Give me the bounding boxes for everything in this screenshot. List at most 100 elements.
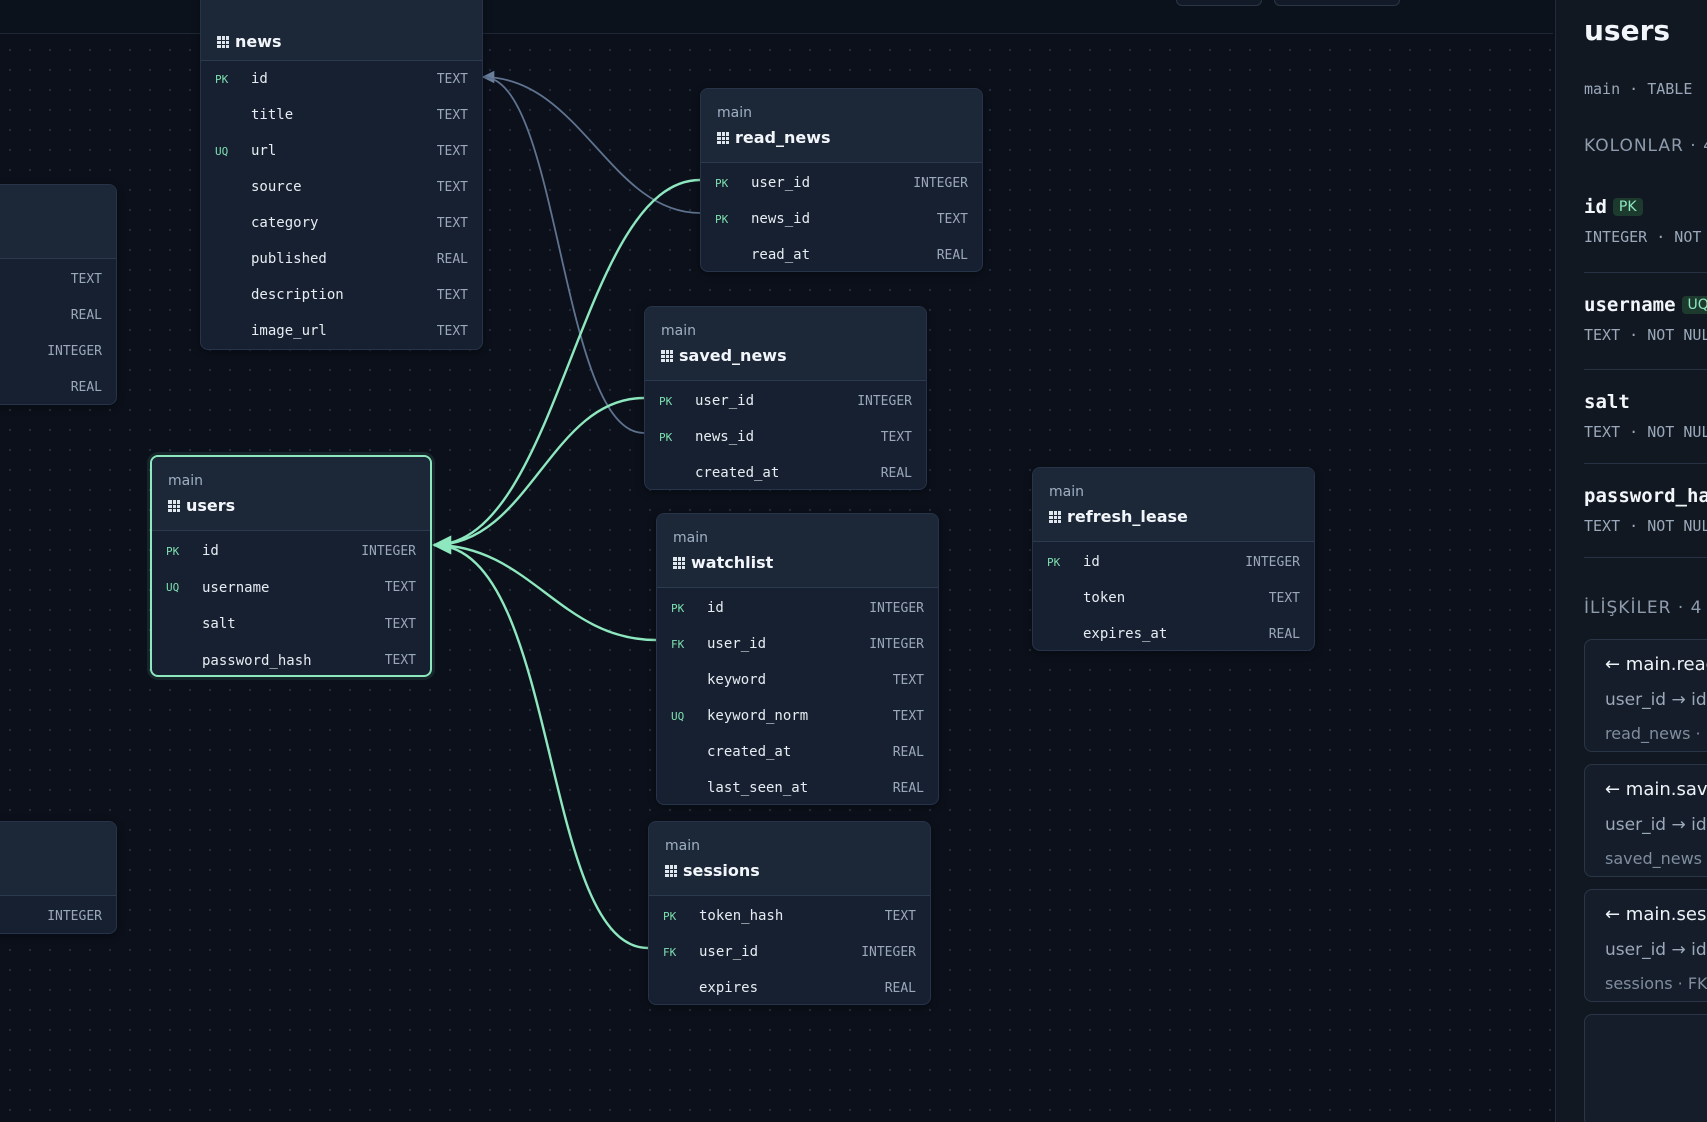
table-icon bbox=[1049, 510, 1061, 523]
table-column-row[interactable]: published REAL bbox=[201, 241, 482, 277]
table-column-row[interactable]: expires_at REAL bbox=[1033, 616, 1314, 650]
table-column-row[interactable]: PK id INTEGER bbox=[657, 590, 938, 626]
table-column-row[interactable]: REAL bbox=[0, 369, 116, 404]
column-type: TEXT bbox=[70, 271, 102, 287]
table-column-row[interactable]: PK user_id INTEGER bbox=[645, 383, 926, 419]
column-key-badge: FK bbox=[663, 945, 677, 959]
table-header: main saved_news bbox=[645, 307, 926, 381]
column-type: REAL bbox=[70, 379, 102, 395]
table-column-row[interactable]: expires REAL bbox=[649, 970, 930, 1004]
column-name: expires bbox=[699, 980, 759, 996]
column-name: created_at bbox=[707, 744, 792, 760]
table-column-row[interactable]: source TEXT bbox=[201, 169, 482, 205]
table-card-partial[interactable]: TEXT REAL INTEGER REAL bbox=[0, 184, 117, 405]
table-column-row[interactable]: created_at REAL bbox=[657, 734, 938, 770]
table-column-row[interactable]: title TEXT bbox=[201, 97, 482, 133]
column-type: INTEGER bbox=[47, 908, 102, 924]
table-column-row[interactable]: FK user_id INTEGER bbox=[649, 934, 930, 970]
table-column-row[interactable]: FK user_id INTEGER bbox=[657, 626, 938, 662]
column-key-badge: UQ bbox=[671, 709, 685, 723]
table-column-row[interactable]: UQ username TEXT bbox=[152, 570, 430, 607]
column-name: expires_at bbox=[1083, 626, 1168, 642]
table-schema: main bbox=[665, 838, 700, 854]
column-name: id bbox=[202, 543, 219, 560]
panel-column-id[interactable]: idPK INTEGER · NOT NULL bbox=[1584, 196, 1707, 246]
relation-card[interactable] bbox=[1584, 1014, 1707, 1122]
table-card-partial[interactable]: INTEGER bbox=[0, 821, 117, 934]
edge-watchlist-to-users bbox=[433, 543, 657, 642]
relation-meta: read_news · FK bbox=[1605, 724, 1707, 743]
column-type: TEXT bbox=[436, 323, 468, 339]
table-card-news[interactable]: news PK id TEXT title TEXT UQ url TEXT source TEX… bbox=[200, 0, 483, 350]
table-column-row[interactable]: image_url TEXT bbox=[201, 313, 482, 349]
table-column-row[interactable]: PK id INTEGER bbox=[1033, 544, 1314, 580]
panel-column-username[interactable]: username UQ TEXT · NOT NULL bbox=[1584, 294, 1707, 344]
column-name: title bbox=[251, 107, 294, 123]
table-column-row[interactable]: salt TEXT bbox=[152, 606, 430, 643]
table-name: read_news bbox=[717, 128, 966, 147]
table-card-read-news[interactable]: main read_news PK user_id INTEGER PK news_id… bbox=[700, 88, 983, 272]
table-card-refresh-lease[interactable]: main refresh_lease PK id INTEGER token TEXT e… bbox=[1032, 467, 1315, 651]
panel-column-password-hash[interactable]: password_hash TEXT · NOT NULL bbox=[1584, 485, 1707, 535]
details-panel: users main · TABLE KOLONLAR · 4 id PK INT… bbox=[1555, 0, 1707, 1122]
divider bbox=[1584, 369, 1707, 370]
column-type: TEXT bbox=[436, 71, 468, 87]
table-card-saved-news[interactable]: main saved_news PK user_id INTEGER PK news_i… bbox=[644, 306, 927, 490]
schema-canvas[interactable]: TEXT REAL INTEGER REAL INTEGER news PK id… bbox=[0, 0, 1553, 1122]
table-column-row[interactable]: PK user_id INTEGER bbox=[701, 165, 982, 201]
column-type: TEXT bbox=[436, 179, 468, 195]
divider bbox=[1584, 463, 1707, 464]
table-column-row[interactable]: keyword TEXT bbox=[657, 662, 938, 698]
pk-badge: PK bbox=[1612, 198, 1643, 216]
table-header: main read_news bbox=[701, 89, 982, 163]
table-card-watchlist[interactable]: main watchlist PK id INTEGER FK user_id INTEG… bbox=[656, 513, 939, 805]
table-column-row[interactable]: TEXT bbox=[0, 261, 116, 297]
table-column-row[interactable]: read_at REAL bbox=[701, 237, 982, 271]
table-column-row[interactable]: last_seen_at REAL bbox=[657, 770, 938, 804]
table-column-row[interactable]: category TEXT bbox=[201, 205, 482, 241]
column-name: id PK bbox=[1584, 196, 1707, 218]
panel-column-salt[interactable]: salt TEXT · NOT NULL bbox=[1584, 391, 1707, 441]
column-key-badge: PK bbox=[663, 909, 677, 923]
relation-card[interactable]: ← main.sessions user_id → id sessions · … bbox=[1584, 889, 1707, 1002]
table-column-row[interactable]: description TEXT bbox=[201, 277, 482, 313]
table-column-row[interactable]: PK id TEXT bbox=[201, 61, 482, 97]
table-column-row[interactable]: INTEGER bbox=[0, 898, 116, 933]
column-name: id bbox=[251, 71, 268, 87]
column-name: created_at bbox=[695, 465, 780, 481]
relation-card[interactable]: ← main.read_news user_id → id read_news … bbox=[1584, 639, 1707, 752]
table-column-row[interactable]: UQ url TEXT bbox=[201, 133, 482, 169]
column-name: password_hash bbox=[1584, 485, 1707, 507]
column-type: TEXT bbox=[436, 107, 468, 123]
table-card-sessions[interactable]: main sessions PK token_hash TEXT FK user_id I… bbox=[648, 821, 931, 1005]
table-column-row[interactable]: UQ keyword_norm TEXT bbox=[657, 698, 938, 734]
relation-title: ← main.saved_news bbox=[1605, 779, 1707, 800]
column-name: user_id bbox=[695, 393, 755, 409]
panel-title: users bbox=[1584, 14, 1671, 47]
column-meta: TEXT · NOT NULL bbox=[1584, 326, 1707, 344]
column-type: REAL bbox=[884, 980, 916, 996]
edge-saved-news-to-users bbox=[433, 396, 645, 547]
table-schema: main bbox=[168, 473, 203, 489]
table-column-row[interactable]: token TEXT bbox=[1033, 580, 1314, 616]
relation-mapping: user_id → id bbox=[1605, 690, 1707, 710]
column-meta: TEXT · NOT NULL bbox=[1584, 423, 1707, 441]
table-card-users[interactable]: main users PK id INTEGER UQ username TEXT salt… bbox=[150, 455, 432, 677]
table-schema: main bbox=[661, 323, 696, 339]
relation-title: ← main.sessions bbox=[1605, 904, 1707, 925]
table-column-row[interactable]: PK id INTEGER bbox=[152, 533, 430, 570]
divider bbox=[1584, 557, 1707, 558]
table-column-row[interactable]: PK news_id TEXT bbox=[645, 419, 926, 455]
column-type: REAL bbox=[1268, 626, 1300, 642]
table-column-row[interactable]: created_at REAL bbox=[645, 455, 926, 489]
column-name: token_hash bbox=[699, 908, 784, 924]
table-column-row[interactable]: INTEGER bbox=[0, 333, 116, 369]
column-type: INTEGER bbox=[47, 343, 102, 359]
table-column-row[interactable]: REAL bbox=[0, 297, 116, 333]
table-column-row[interactable]: PK token_hash TEXT bbox=[649, 898, 930, 934]
table-column-row[interactable]: password_hash TEXT bbox=[152, 643, 430, 676]
column-type: INTEGER bbox=[857, 393, 912, 409]
column-name: image_url bbox=[251, 323, 327, 339]
relation-card[interactable]: ← main.saved_news user_id → id saved_new… bbox=[1584, 764, 1707, 877]
table-column-row[interactable]: PK news_id TEXT bbox=[701, 201, 982, 237]
